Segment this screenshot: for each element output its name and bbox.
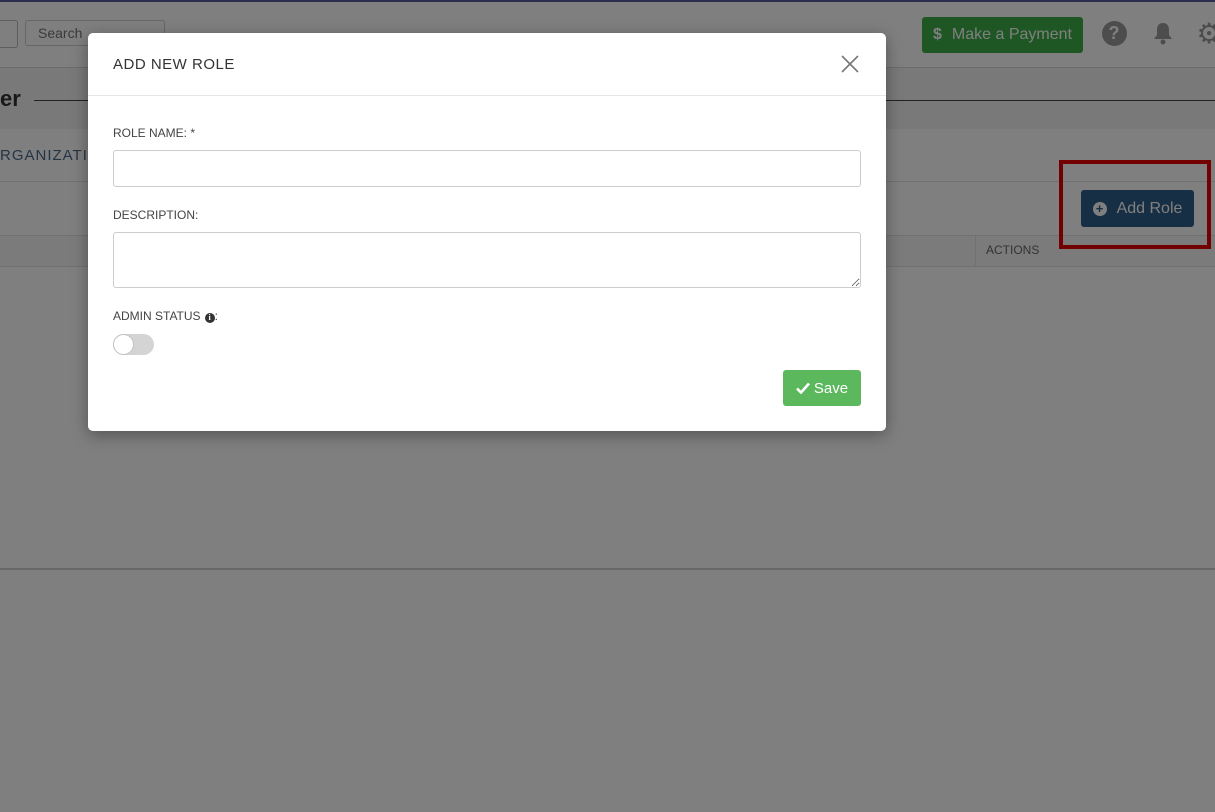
modal-header: ADD NEW ROLE <box>88 33 886 96</box>
info-icon[interactable]: i <box>204 313 215 323</box>
close-icon[interactable] <box>840 54 860 74</box>
save-button[interactable]: Save <box>783 370 861 406</box>
role-name-label: ROLE NAME: * <box>113 126 196 140</box>
modal-title: ADD NEW ROLE <box>113 56 235 73</box>
admin-status-suffix: : <box>214 309 218 323</box>
admin-status-label-row: ADMIN STATUS i: <box>113 309 218 323</box>
description-label: DESCRIPTION: <box>113 208 199 222</box>
role-name-input[interactable] <box>113 150 861 187</box>
check-icon <box>795 382 810 394</box>
save-label: Save <box>813 379 849 397</box>
admin-status-toggle[interactable] <box>113 334 154 355</box>
toggle-knob <box>113 334 134 355</box>
admin-status-label: ADMIN STATUS <box>113 309 201 323</box>
add-role-modal: ADD NEW ROLE ROLE NAME: * DESCRIPTION: A… <box>88 33 886 431</box>
description-textarea[interactable] <box>113 232 861 288</box>
